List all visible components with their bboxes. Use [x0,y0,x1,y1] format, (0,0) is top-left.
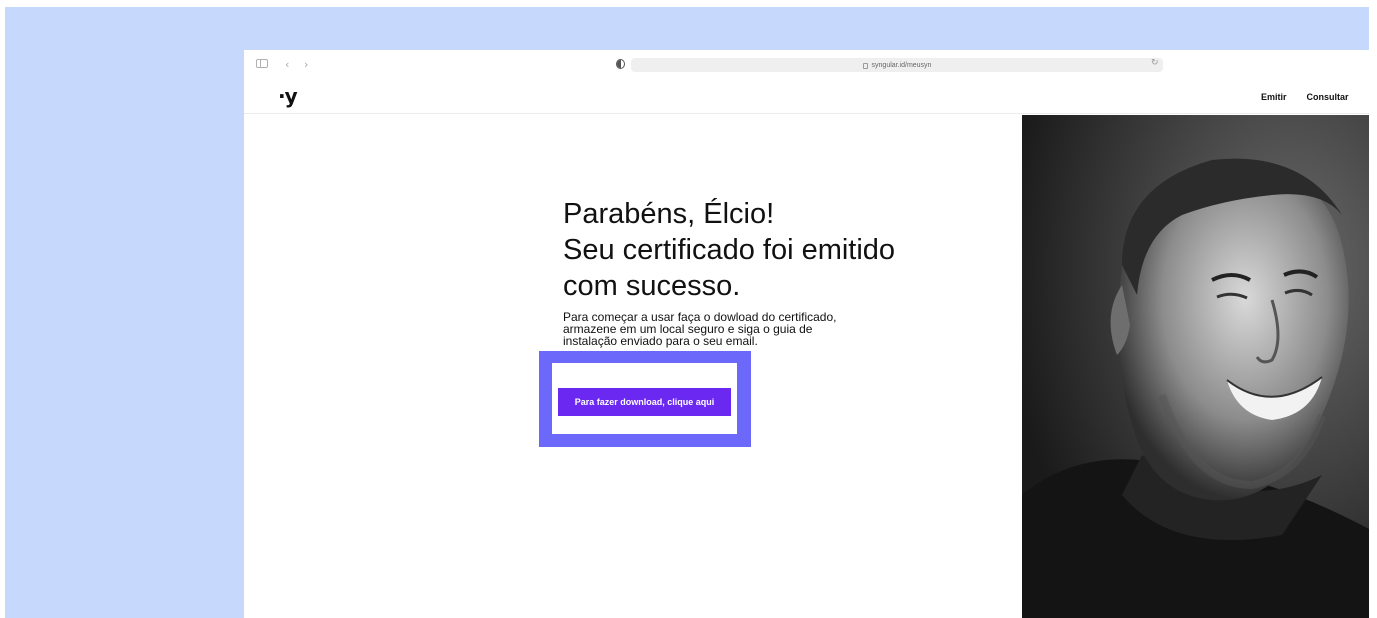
forward-icon[interactable]: › [304,58,308,72]
url-text: syngular.id/meusyn [871,61,932,69]
download-button[interactable]: Para fazer download, clique aqui [558,388,731,416]
browser-toolbar: ‹ › syngular.id/meusyn ↻ [244,50,1369,80]
back-icon[interactable]: ‹ [285,58,289,72]
main-nav: Emitir Consultar Re [1241,92,1369,102]
nav-item-emitir[interactable]: Emitir [1261,92,1287,102]
site-logo[interactable]: ·y [278,84,298,108]
nav-item-truncated[interactable]: Re [1368,92,1369,102]
page-title: Parabéns, Élcio! Seu certificado foi emi… [563,196,983,304]
highlight-inner: Para fazer download, clique aqui [552,363,737,434]
instructions-line-3: instalação enviado para o seu email. [563,334,758,348]
nav-item-consultar[interactable]: Consultar [1306,92,1348,102]
lock-icon [862,63,868,69]
headline-line-2: Seu certificado foi emitido [563,234,896,266]
shield-icon[interactable] [616,59,625,69]
highlight-frame: Para fazer download, clique aqui [539,351,751,447]
portrait-illustration [1022,115,1369,618]
portrait-photo [1022,115,1369,618]
headline-line-1: Parabéns, Élcio! [563,198,775,230]
instructions-text: Para começar a usar faça o dowload do ce… [563,311,893,347]
browser-window: ‹ › syngular.id/meusyn ↻ ·y Emitir Consu… [244,50,1369,618]
sidebar-toggle-icon[interactable] [256,59,268,68]
headline-line-3: com sucesso. [563,270,741,302]
reload-icon[interactable]: ↻ [1151,58,1159,68]
site-header: ·y Emitir Consultar Re [244,80,1369,114]
address-bar[interactable]: syngular.id/meusyn [631,58,1163,72]
page-background: ‹ › syngular.id/meusyn ↻ ·y Emitir Consu… [5,7,1369,618]
